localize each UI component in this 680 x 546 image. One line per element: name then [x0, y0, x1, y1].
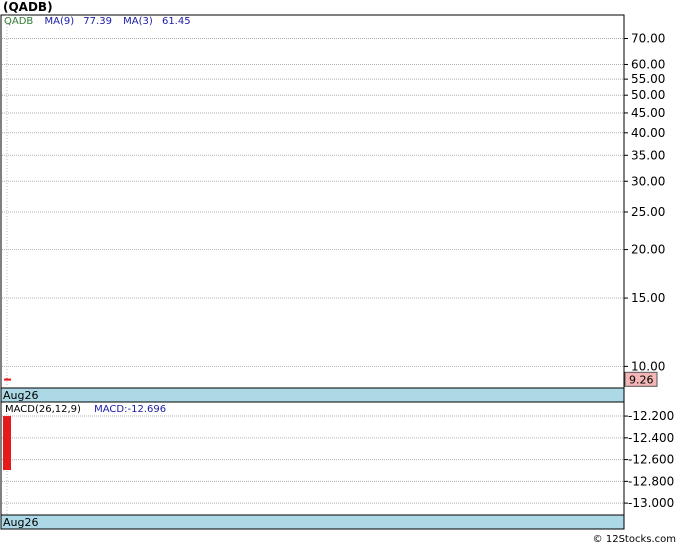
price-panel — [0, 14, 625, 389]
macd-panel — [0, 401, 625, 516]
legend-ma9-value: 77.39 — [83, 16, 112, 27]
ticker-title: (QADB) — [3, 0, 53, 14]
price-tick-label: 10.00 — [631, 359, 665, 373]
price-tick-label: 15.00 — [631, 291, 665, 305]
price-axis-ticks: 10.00 15.00 20.00 25.00 30.00 35.00 40.00 45.00… — [624, 31, 665, 373]
macd-date-label: Aug26 — [3, 516, 38, 529]
macd-legend-value: MACD:-12.696 — [94, 404, 166, 415]
macd-tick-label: -12.600 — [628, 453, 674, 467]
macd-bar — [3, 416, 11, 471]
price-tick-label: 50.00 — [631, 88, 665, 102]
legend-symbol: QADB — [4, 16, 33, 27]
price-date-label: Aug26 — [3, 389, 38, 402]
price-date-bar — [0, 387, 625, 403]
price-tick-label: 70.00 — [631, 31, 665, 45]
last-price-label: 9.26 — [629, 373, 654, 386]
price-tick-label: 25.00 — [631, 205, 665, 219]
macd-bars — [3, 416, 11, 471]
price-tick-label: 35.00 — [631, 148, 665, 162]
price-legend: QADB MA(9) 77.39 MA(3) 61.45 — [4, 16, 191, 27]
macd-tick-label: -13.000 — [628, 496, 674, 510]
stock-chart: (QADB) 10.00 15.00 20.00 25.00 30.00 35.00 40.… — [0, 0, 676, 545]
macd-axis-ticks: -12.200 -12.400 -12.600 -12.800 -13.000 — [624, 409, 674, 510]
candle-body — [4, 378, 11, 381]
price-tick-label: 55.00 — [631, 72, 665, 86]
macd-tick-label: -12.400 — [628, 431, 674, 445]
price-tick-label: 40.00 — [631, 126, 665, 140]
price-tick-label: 30.00 — [631, 174, 665, 188]
macd-legend-label: MACD(26,12,9) — [5, 404, 81, 415]
price-tick-label: 45.00 — [631, 106, 665, 120]
macd-tick-label: -12.800 — [628, 474, 674, 488]
legend-ma3-label: MA(3) — [123, 16, 153, 27]
price-tick-label: 60.00 — [631, 57, 665, 71]
watermark: © 12Stocks.com — [593, 534, 676, 545]
legend-ma9-label: MA(9) — [44, 16, 74, 27]
legend-ma3-value: 61.45 — [162, 16, 191, 27]
price-tick-label: 20.00 — [631, 243, 665, 257]
macd-date-bar — [0, 514, 625, 530]
macd-tick-label: -12.200 — [628, 409, 674, 423]
